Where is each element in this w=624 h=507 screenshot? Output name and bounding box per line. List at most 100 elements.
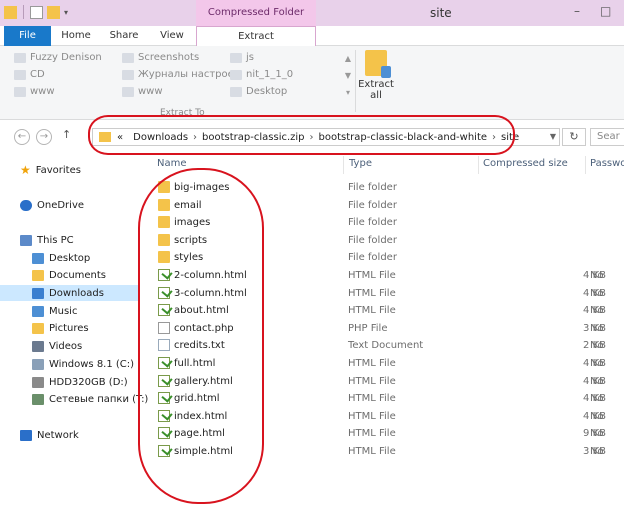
extract-all-icon bbox=[365, 50, 391, 78]
sidebar-item-network[interactable]: Network bbox=[20, 427, 79, 443]
destination-item[interactable]: CD bbox=[14, 69, 45, 80]
up-button[interactable]: ↑ bbox=[62, 128, 71, 141]
sidebar-item-downloads[interactable]: Downloads bbox=[0, 285, 140, 301]
breadcrumb-separator[interactable]: › bbox=[310, 132, 314, 143]
breadcrumb-downloads[interactable]: Downloads bbox=[133, 132, 188, 143]
folder-icon bbox=[158, 216, 170, 229]
file-name: big-images bbox=[174, 182, 230, 193]
extract-all-button[interactable]: Extract all bbox=[358, 50, 394, 101]
divider[interactable] bbox=[585, 156, 586, 174]
tab-home[interactable]: Home bbox=[56, 26, 96, 46]
tab-extract[interactable]: Extract bbox=[196, 26, 316, 47]
file-name: contact.php bbox=[174, 322, 234, 334]
column-compressed-size[interactable]: Compressed size bbox=[483, 158, 568, 169]
sidebar-item-drive-d[interactable]: HDD320GB (D:) bbox=[32, 374, 128, 390]
sidebar-item-desktop[interactable]: Desktop bbox=[32, 250, 90, 266]
breadcrumb-folder[interactable]: bootstrap-classic-black-and-white bbox=[319, 132, 487, 143]
text-file-icon bbox=[158, 339, 170, 352]
table-row[interactable]: 2-column.html HTML File 4 KB No bbox=[140, 267, 624, 284]
chevron-up-icon[interactable]: ▲ bbox=[343, 50, 353, 67]
properties-icon[interactable] bbox=[30, 5, 43, 19]
divider[interactable] bbox=[343, 156, 344, 174]
table-row[interactable]: about.html HTML File 4 KB No bbox=[140, 302, 624, 319]
destination-item[interactable]: Desktop bbox=[230, 86, 287, 97]
breadcrumb-separator[interactable]: › bbox=[492, 132, 496, 143]
divider[interactable] bbox=[478, 156, 479, 174]
file-name: gallery.html bbox=[174, 375, 233, 387]
sidebar-item-videos[interactable]: Videos bbox=[32, 338, 82, 354]
table-row[interactable]: index.html HTML File 4 KB No bbox=[140, 408, 624, 425]
destination-item[interactable]: www bbox=[14, 86, 55, 97]
table-row[interactable]: grid.html HTML File 4 KB No bbox=[140, 390, 624, 407]
breadcrumb-separator[interactable]: › bbox=[193, 132, 197, 143]
sidebar-item-pictures[interactable]: Pictures bbox=[32, 320, 89, 336]
forward-button[interactable]: → bbox=[36, 129, 52, 145]
destination-item[interactable]: Fuzzy Denison bbox=[14, 52, 102, 63]
destination-item[interactable]: Журналы настроек bbox=[122, 69, 240, 80]
chevron-down-icon[interactable]: ▾ bbox=[64, 8, 68, 17]
new-folder-icon[interactable] bbox=[47, 5, 60, 19]
folder-icon bbox=[14, 86, 26, 97]
table-row[interactable]: styles File folder bbox=[140, 249, 624, 266]
tab-view[interactable]: View bbox=[152, 26, 192, 46]
file-name: about.html bbox=[174, 305, 229, 317]
table-row[interactable]: email File folder bbox=[140, 197, 624, 214]
table-row[interactable]: scripts File folder bbox=[140, 232, 624, 249]
column-password[interactable]: Passwo bbox=[590, 158, 624, 169]
search-input[interactable]: Sear bbox=[590, 128, 624, 146]
sidebar-item-onedrive[interactable]: OneDrive bbox=[20, 197, 84, 213]
table-row[interactable]: full.html HTML File 4 KB No bbox=[140, 355, 624, 372]
column-headers: Name Type Compressed size Passwo bbox=[140, 156, 624, 174]
table-row[interactable]: page.html HTML File 9 KB No bbox=[140, 425, 624, 442]
documents-icon bbox=[32, 269, 44, 281]
chevron-down-icon[interactable]: ▼ bbox=[546, 128, 560, 146]
breadcrumb-zip[interactable]: bootstrap-classic.zip bbox=[202, 132, 305, 143]
folder-icon bbox=[122, 52, 134, 63]
folder-icon bbox=[158, 233, 170, 246]
refresh-button[interactable]: ↻ bbox=[562, 128, 586, 146]
back-button[interactable]: ← bbox=[14, 129, 30, 145]
table-row[interactable]: images File folder bbox=[140, 214, 624, 231]
file-password: No bbox=[590, 410, 604, 422]
maximize-icon[interactable]: □ bbox=[600, 4, 611, 18]
chevron-down-icon[interactable]: ▼ bbox=[343, 67, 353, 84]
folder-icon bbox=[158, 251, 170, 264]
table-row[interactable]: 3-column.html HTML File 4 KB No bbox=[140, 285, 624, 302]
expand-gallery-icon[interactable]: ▾ bbox=[343, 84, 353, 101]
sidebar-item-documents[interactable]: Documents bbox=[32, 267, 106, 283]
minimize-icon[interactable]: – bbox=[574, 4, 580, 18]
table-row[interactable]: gallery.html HTML File 4 KB No bbox=[140, 373, 624, 390]
column-type[interactable]: Type bbox=[349, 158, 372, 169]
breadcrumb-site[interactable]: site bbox=[501, 132, 519, 143]
tab-share[interactable]: Share bbox=[104, 26, 144, 46]
sidebar-item-favorites[interactable]: ★ Favorites bbox=[20, 162, 81, 178]
sidebar-item-music[interactable]: Music bbox=[32, 303, 77, 319]
sidebar-item-this-pc[interactable]: This PC bbox=[20, 232, 74, 248]
file-name: 3-column.html bbox=[174, 287, 247, 299]
table-row[interactable]: big-images File folder bbox=[140, 179, 624, 196]
folder-icon[interactable] bbox=[4, 5, 17, 19]
gallery-scroll[interactable]: ▲ ▼ ▾ bbox=[343, 50, 353, 102]
html-file-icon bbox=[158, 304, 170, 317]
address-bar[interactable]: « Downloads › bootstrap-classic.zip › bo… bbox=[92, 128, 560, 146]
tab-file[interactable]: File bbox=[4, 26, 51, 46]
folder-icon bbox=[230, 69, 242, 80]
html-file-icon bbox=[158, 269, 170, 281]
folder-icon bbox=[230, 52, 242, 63]
divider bbox=[355, 50, 356, 112]
sidebar-item-network-drive-t[interactable]: Сетевые папки (T:) bbox=[32, 391, 148, 407]
breadcrumb-overflow[interactable]: « bbox=[117, 132, 123, 143]
destination-item[interactable]: js bbox=[230, 52, 254, 63]
sidebar-item-drive-c[interactable]: Windows 8.1 (C:) bbox=[32, 356, 134, 372]
table-row[interactable]: contact.php PHP File 3 KB No bbox=[140, 320, 624, 337]
file-name: index.html bbox=[174, 410, 228, 422]
destination-item[interactable]: Screenshots bbox=[122, 52, 199, 63]
table-row[interactable]: credits.txt Text Document 2 KB No bbox=[140, 337, 624, 354]
table-row[interactable]: simple.html HTML File 3 KB No bbox=[140, 443, 624, 460]
column-name[interactable]: Name bbox=[157, 158, 187, 169]
folder-icon bbox=[14, 69, 26, 80]
cloud-icon bbox=[20, 199, 32, 211]
destination-item[interactable]: nit_1_1_0 bbox=[230, 69, 293, 80]
file-type: HTML File bbox=[348, 270, 396, 281]
destination-item[interactable]: www bbox=[122, 86, 163, 97]
